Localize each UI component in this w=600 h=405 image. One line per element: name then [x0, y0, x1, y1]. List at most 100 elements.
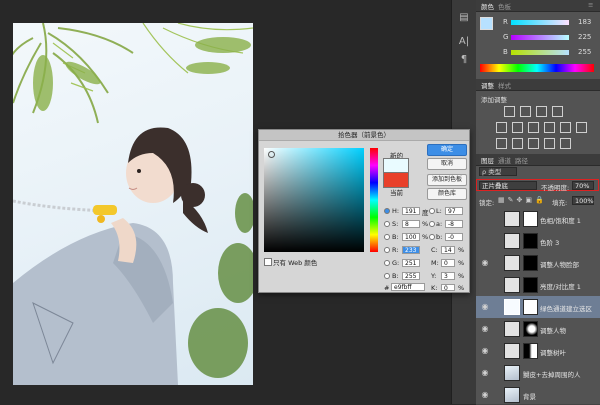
r-radio[interactable]	[384, 247, 390, 253]
layer-row[interactable]: ◉ 调整人物脸部	[476, 252, 600, 275]
y-field[interactable]: 3	[441, 272, 455, 280]
invert-icon[interactable]	[496, 138, 507, 149]
b-radio[interactable]	[384, 234, 390, 240]
tab-adjustments[interactable]: 调整	[481, 80, 494, 90]
layer-name[interactable]: 背景	[523, 391, 536, 401]
b-slider[interactable]	[511, 50, 569, 55]
exposure-icon[interactable]	[552, 106, 563, 117]
layer-mask-thumb[interactable]	[523, 343, 538, 359]
tab-swatches[interactable]: 色板	[498, 1, 511, 11]
black-white-icon[interactable]	[544, 122, 555, 133]
layer-mask-thumb[interactable]	[523, 321, 538, 337]
m-field[interactable]: 0	[441, 259, 455, 267]
lab-b-radio[interactable]	[429, 234, 435, 240]
eye-icon[interactable]: ◉	[480, 324, 490, 334]
brightness-icon[interactable]	[504, 106, 515, 117]
foreground-color-swatch[interactable]	[480, 17, 493, 30]
eye-icon[interactable]: ◉	[480, 346, 490, 356]
a-radio[interactable]	[429, 221, 435, 227]
c-field[interactable]: 14	[441, 246, 455, 254]
layer-row[interactable]: ◉ 嬲皮+去掉周围的人	[476, 362, 600, 385]
layer-mask-thumb[interactable]	[523, 211, 538, 227]
threshold-icon[interactable]	[528, 138, 539, 149]
layer-name[interactable]: 色阶 3	[540, 237, 559, 247]
b-value[interactable]: 255	[578, 48, 591, 56]
blue-radio[interactable]	[384, 273, 390, 279]
layer-row[interactable]: 亮度/对比度 1	[476, 274, 600, 297]
g-value[interactable]: 225	[578, 33, 591, 41]
h-field[interactable]: 191	[402, 207, 420, 215]
document-photo[interactable]	[13, 23, 253, 385]
layer-mask-thumb[interactable]	[523, 277, 538, 293]
eye-off-icon[interactable]	[480, 214, 490, 224]
curves-icon[interactable]	[536, 106, 547, 117]
hex-field[interactable]: e9fbff	[391, 283, 425, 291]
g-radio[interactable]	[384, 260, 390, 266]
layer-name[interactable]: 调整人物脸部	[540, 259, 579, 269]
lock-icons[interactable]: ▦✎✥▣🔒	[498, 196, 547, 204]
layer-mask-thumb[interactable]	[523, 255, 538, 271]
layer-mask-thumb[interactable]	[523, 233, 538, 249]
color-field-cursor[interactable]	[268, 151, 275, 158]
opacity-field[interactable]: 70%	[572, 181, 594, 190]
tab-layers[interactable]: 图层	[481, 155, 494, 165]
layer-name[interactable]: 调整树叶	[540, 347, 566, 357]
hue-slider[interactable]	[370, 148, 378, 252]
eye-icon[interactable]: ◉	[480, 368, 490, 378]
layer-row-selected[interactable]: ◉ 绿色通道建立选区	[476, 296, 600, 319]
g-slider[interactable]	[511, 35, 569, 40]
layer-mask-thumb[interactable]	[523, 299, 538, 315]
h-radio[interactable]	[384, 208, 390, 214]
fill-field[interactable]: 100%	[572, 196, 594, 205]
paragraph-icon[interactable]: ¶	[456, 52, 472, 68]
current-color-swatch[interactable]	[383, 172, 409, 188]
selective-color-icon[interactable]	[560, 138, 571, 149]
tab-channels[interactable]: 通道	[498, 155, 511, 165]
layer-filter-select[interactable]: ρ 类型	[479, 167, 517, 176]
panel-menu-icon[interactable]: ≡	[588, 1, 593, 9]
b-field[interactable]: 100	[402, 233, 420, 241]
photo-filter-icon[interactable]	[560, 122, 571, 133]
layer-name[interactable]: 嬲皮+去掉周围的人	[523, 369, 580, 379]
character-icon[interactable]: A|	[456, 34, 472, 50]
eye-off-icon[interactable]	[480, 280, 490, 290]
layer-row[interactable]: ◉ 调整人物	[476, 318, 600, 341]
l-field[interactable]: 97	[445, 207, 463, 215]
layer-row[interactable]: 色相/饱和度 1	[476, 208, 600, 231]
k-field[interactable]: 0	[441, 284, 455, 292]
r-field[interactable]: 233	[402, 246, 420, 254]
layer-row[interactable]: ◉ 调整树叶	[476, 340, 600, 363]
r-value[interactable]: 183	[578, 18, 591, 26]
history-icon[interactable]: ▤	[456, 10, 472, 26]
gradient-map-icon[interactable]	[544, 138, 555, 149]
eye-icon[interactable]: ◉	[480, 258, 490, 268]
blue-field[interactable]: 255	[402, 272, 420, 280]
s-field[interactable]: 8	[402, 220, 420, 228]
hue-saturation-icon[interactable]	[512, 122, 523, 133]
layer-name[interactable]: 色相/饱和度 1	[540, 215, 581, 225]
posterize-icon[interactable]	[512, 138, 523, 149]
eye-icon[interactable]: ◉	[480, 302, 490, 312]
eye-icon[interactable]: ◉	[480, 390, 490, 400]
a-field[interactable]: -8	[445, 220, 463, 228]
blend-mode-select[interactable]: 正片叠底	[479, 181, 537, 190]
g-field[interactable]: 251	[402, 259, 420, 267]
s-radio[interactable]	[384, 221, 390, 227]
color-field[interactable]	[264, 148, 364, 252]
eye-off-icon[interactable]	[480, 236, 490, 246]
color-ramp[interactable]	[480, 64, 594, 72]
levels-icon[interactable]	[520, 106, 531, 117]
r-slider[interactable]	[511, 20, 569, 25]
add-to-swatches-button[interactable]: 添加到色板	[427, 174, 467, 186]
layer-name[interactable]: 调整人物	[540, 325, 566, 335]
color-libraries-button[interactable]: 颜色库	[427, 188, 467, 200]
channel-mixer-icon[interactable]	[576, 122, 587, 133]
layer-name[interactable]: 绿色通道建立选区	[540, 303, 592, 313]
l-radio[interactable]	[429, 208, 435, 214]
vibrance-icon[interactable]	[496, 122, 507, 133]
ok-button[interactable]: 确定	[427, 144, 467, 156]
lab-b-field[interactable]: -0	[445, 233, 463, 241]
tab-color[interactable]: 颜色	[481, 1, 494, 11]
cancel-button[interactable]: 取消	[427, 158, 467, 170]
web-only-checkbox[interactable]	[264, 258, 272, 266]
